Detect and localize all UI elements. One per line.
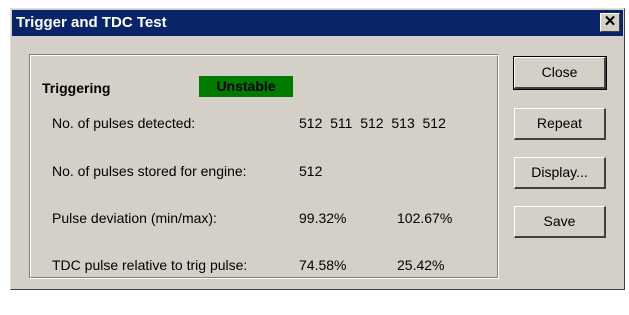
pulse-deviation-min: 99.32%	[299, 210, 347, 226]
dialog-window: Trigger and TDC Test ✕ Triggering Unstab…	[10, 8, 625, 290]
display-button[interactable]: Display...	[514, 157, 606, 189]
status-badge: Unstable	[199, 76, 293, 97]
pulse-deviation-label: Pulse deviation (min/max):	[52, 210, 217, 226]
pulses-stored-label: No. of pulses stored for engine:	[52, 163, 247, 179]
pulses-stored-value: 512	[299, 163, 323, 179]
tdc-pulse-value-2: 25.42%	[397, 257, 445, 273]
title-bar: Trigger and TDC Test ✕	[12, 10, 623, 36]
results-panel: Triggering Unstable No. of pulses detect…	[29, 54, 499, 279]
tdc-pulse-label: TDC pulse relative to trig pulse:	[52, 257, 248, 273]
close-icon[interactable]: ✕	[600, 13, 620, 32]
pulses-detected-label: No. of pulses detected:	[52, 115, 196, 131]
save-button[interactable]: Save	[514, 206, 606, 238]
triggering-label: Triggering	[42, 80, 111, 96]
pulse-deviation-max: 102.67%	[397, 210, 453, 226]
pulses-detected-values: 512 511 512 513 512	[299, 115, 446, 131]
repeat-button[interactable]: Repeat	[514, 108, 606, 140]
close-button[interactable]: Close	[513, 56, 607, 90]
dialog-title: Trigger and TDC Test	[16, 14, 167, 31]
results-panel-inner: Triggering Unstable No. of pulses detect…	[30, 55, 498, 278]
tdc-pulse-value-1: 74.58%	[299, 257, 347, 273]
